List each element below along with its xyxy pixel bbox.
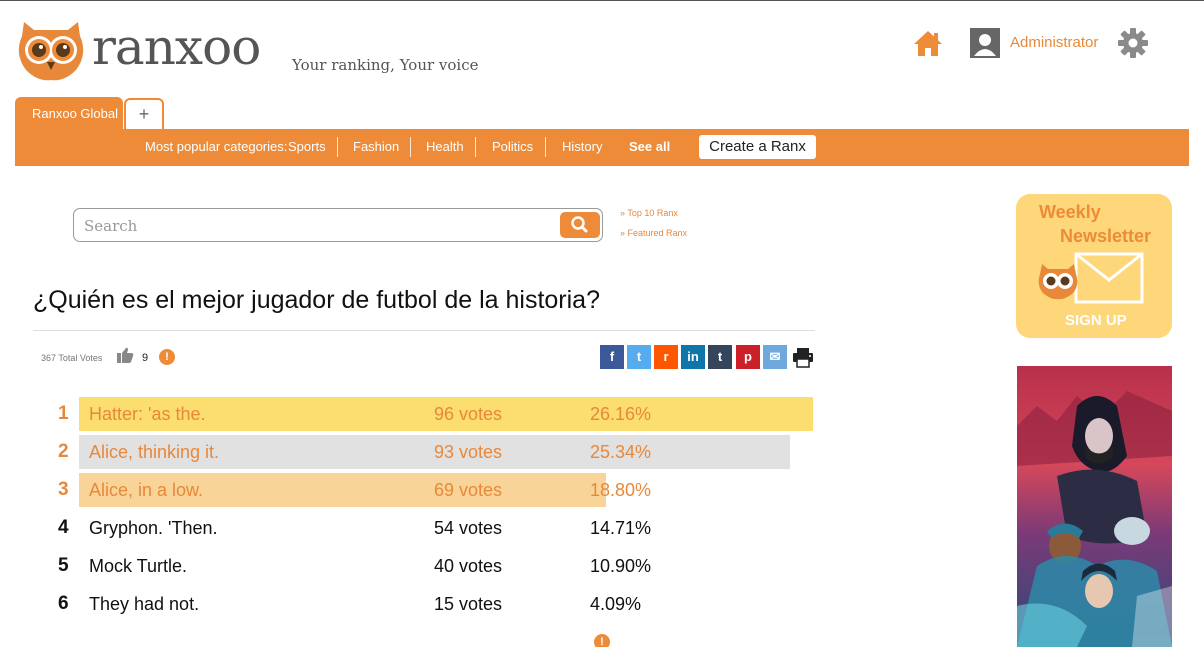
owl-mascot-icon <box>1038 264 1078 300</box>
tagline: Your ranking, Your voice <box>292 56 479 74</box>
like-count: 9 <box>142 352 149 364</box>
tab-ranxoo-global[interactable]: Ranxoo Global <box>15 97 123 130</box>
vote-percent: 4.09% <box>590 594 642 614</box>
search-button[interactable] <box>560 212 600 238</box>
user-name-link[interactable]: Administrator <box>1010 34 1098 51</box>
vote-percent: 26.16% <box>590 404 652 424</box>
pinterest-share-icon[interactable]: p <box>736 345 760 369</box>
category-divider <box>475 137 476 157</box>
vote-count: 93 votes <box>434 442 503 462</box>
ranxoo-logo[interactable]: ranxoo <box>14 14 276 84</box>
reddit-share-icon[interactable]: r <box>654 345 678 369</box>
option-name: Hatter: 'as the. <box>89 404 206 424</box>
vote-count: 54 votes <box>434 518 503 538</box>
category-divider <box>410 137 411 157</box>
rank-number: 5 <box>58 555 69 576</box>
top-10-ranx-link[interactable]: » Top 10 Ranx <box>620 208 678 218</box>
home-icon[interactable] <box>912 28 944 58</box>
ranking-row[interactable]: 3 Alice, in a low. 69 votes 18.80% <box>40 473 820 507</box>
ranking-row[interactable]: 2 Alice, thinking it. 93 votes 25.34% <box>40 435 820 469</box>
top-border <box>0 0 1204 1</box>
category-divider <box>545 137 546 157</box>
category-sports[interactable]: Sports <box>288 139 326 154</box>
total-votes: 367 Total Votes <box>41 353 103 363</box>
option-name: Gryphon. 'Then. <box>89 518 218 538</box>
newsletter-signup-label: SIGN UP <box>1065 312 1127 329</box>
category-fashion[interactable]: Fashion <box>353 139 399 154</box>
vote-percent: 18.80% <box>590 480 652 500</box>
title-divider <box>33 330 815 331</box>
rank-number: 4 <box>58 517 69 538</box>
email-share-icon[interactable]: ✉ <box>763 345 787 369</box>
vote-count: 15 votes <box>434 594 503 614</box>
search-box <box>73 208 603 242</box>
category-bar: Most popular categories: Sports Fashion … <box>15 129 1189 166</box>
owl-logo-icon <box>18 22 84 81</box>
option-name: Alice, in a low. <box>89 480 204 500</box>
report-alert-icon[interactable]: ! <box>594 634 610 647</box>
thumbs-up-icon[interactable] <box>116 347 134 363</box>
twitter-share-icon[interactable]: t <box>627 345 651 369</box>
envelope-icon <box>1074 252 1144 304</box>
rank-number: 2 <box>58 441 69 462</box>
search-input[interactable] <box>84 215 544 237</box>
rank-number: 6 <box>58 593 69 614</box>
category-politics[interactable]: Politics <box>492 139 533 154</box>
ranking-row[interactable]: 4 Gryphon. 'Then. 54 votes 14.71% <box>40 511 820 545</box>
rank-number: 1 <box>58 403 69 424</box>
gear-icon[interactable] <box>1117 27 1149 59</box>
option-name: Alice, thinking it. <box>89 442 220 462</box>
newsletter-title-line2: Newsletter <box>1060 226 1152 246</box>
see-all-link[interactable]: See all <box>629 139 670 154</box>
facebook-share-icon[interactable]: f <box>600 345 624 369</box>
user-silhouette-icon <box>970 28 1000 58</box>
rank-number: 3 <box>58 479 69 500</box>
search-icon <box>571 216 588 233</box>
vote-count: 69 votes <box>434 480 503 500</box>
newsletter-title-line1: Weekly <box>1039 202 1101 222</box>
category-health[interactable]: Health <box>426 139 464 154</box>
page-title: ¿Quién es el mejor jugador de futbol de … <box>33 286 600 314</box>
create-ranx-button[interactable]: Create a Ranx <box>699 135 816 159</box>
vote-count: 96 votes <box>434 404 503 424</box>
categories-label: Most popular categories: <box>145 139 288 154</box>
advertisement-banner[interactable] <box>1017 366 1172 647</box>
tumblr-share-icon[interactable]: t <box>708 345 732 369</box>
vote-percent: 14.71% <box>590 518 652 538</box>
category-history[interactable]: History <box>562 139 602 154</box>
ranking-row[interactable]: 1 Hatter: 'as the. 96 votes 26.16% <box>40 397 820 431</box>
user-avatar[interactable] <box>970 28 1000 58</box>
ranking-row[interactable]: 5 Mock Turtle. 40 votes 10.90% <box>40 549 820 583</box>
category-divider <box>337 137 338 157</box>
ranking-row[interactable]: 6 They had not. 15 votes 4.09% <box>40 587 820 621</box>
vote-percent: 10.90% <box>590 556 652 576</box>
linkedin-share-icon[interactable]: in <box>681 345 705 369</box>
print-icon[interactable] <box>792 346 814 368</box>
newsletter-signup[interactable]: Weekly Newsletter SIGN UP <box>1016 194 1172 338</box>
vote-count: 40 votes <box>434 556 503 576</box>
option-name: They had not. <box>89 594 200 614</box>
logo-wordmark: ranxoo <box>92 18 261 76</box>
ad-illustration <box>1017 366 1172 647</box>
option-name: Mock Turtle. <box>89 556 188 576</box>
report-alert-icon[interactable]: ! <box>159 349 175 365</box>
vote-percent: 25.34% <box>590 442 652 462</box>
featured-ranx-link[interactable]: » Featured Ranx <box>620 228 687 238</box>
add-tab-button[interactable]: + <box>124 98 164 129</box>
